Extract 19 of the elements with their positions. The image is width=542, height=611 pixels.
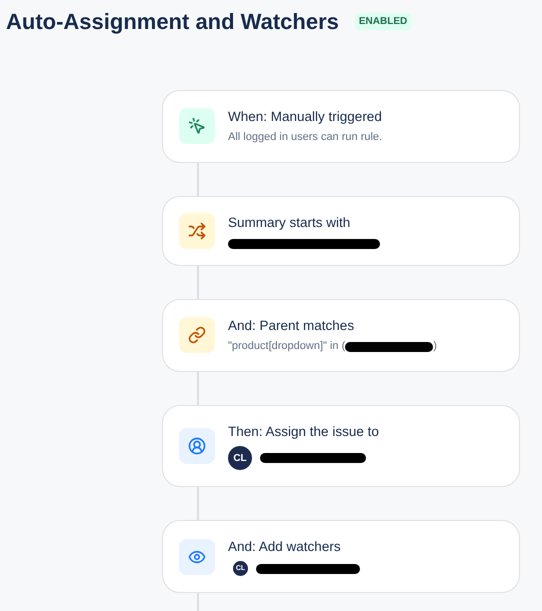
user-icon xyxy=(188,436,206,455)
shuffle-icon xyxy=(188,222,206,240)
step-title: When: Manually triggered xyxy=(228,108,382,126)
rule-step-card[interactable]: When: Manually triggered All logged in users can run rule. xyxy=(162,90,520,163)
status-badge: ENABLED xyxy=(354,12,412,30)
rule-step-card[interactable]: And: Parent matches "product[dropdown]" in ( ) xyxy=(162,299,520,372)
step-title: Summary starts with xyxy=(228,214,352,232)
step-title: And: Add watchers xyxy=(228,538,342,556)
cursor-click-icon xyxy=(188,117,206,136)
page-title: Auto-Assignment and Watchers xyxy=(6,8,339,36)
step-title: And: Parent matches xyxy=(228,317,356,335)
step-description: All logged in users can run rule. xyxy=(228,130,382,146)
step-description: ) xyxy=(433,339,437,354)
link-icon xyxy=(188,326,206,344)
avatar: CL xyxy=(228,446,252,470)
rule-step-card[interactable]: Then: Assign the issue to CL xyxy=(162,404,520,487)
step-description: "product[dropdown]" in ( xyxy=(228,339,346,354)
step-title: Then: Assign the issue to xyxy=(228,422,379,441)
rule-step-card[interactable]: Summary starts with xyxy=(162,196,520,266)
